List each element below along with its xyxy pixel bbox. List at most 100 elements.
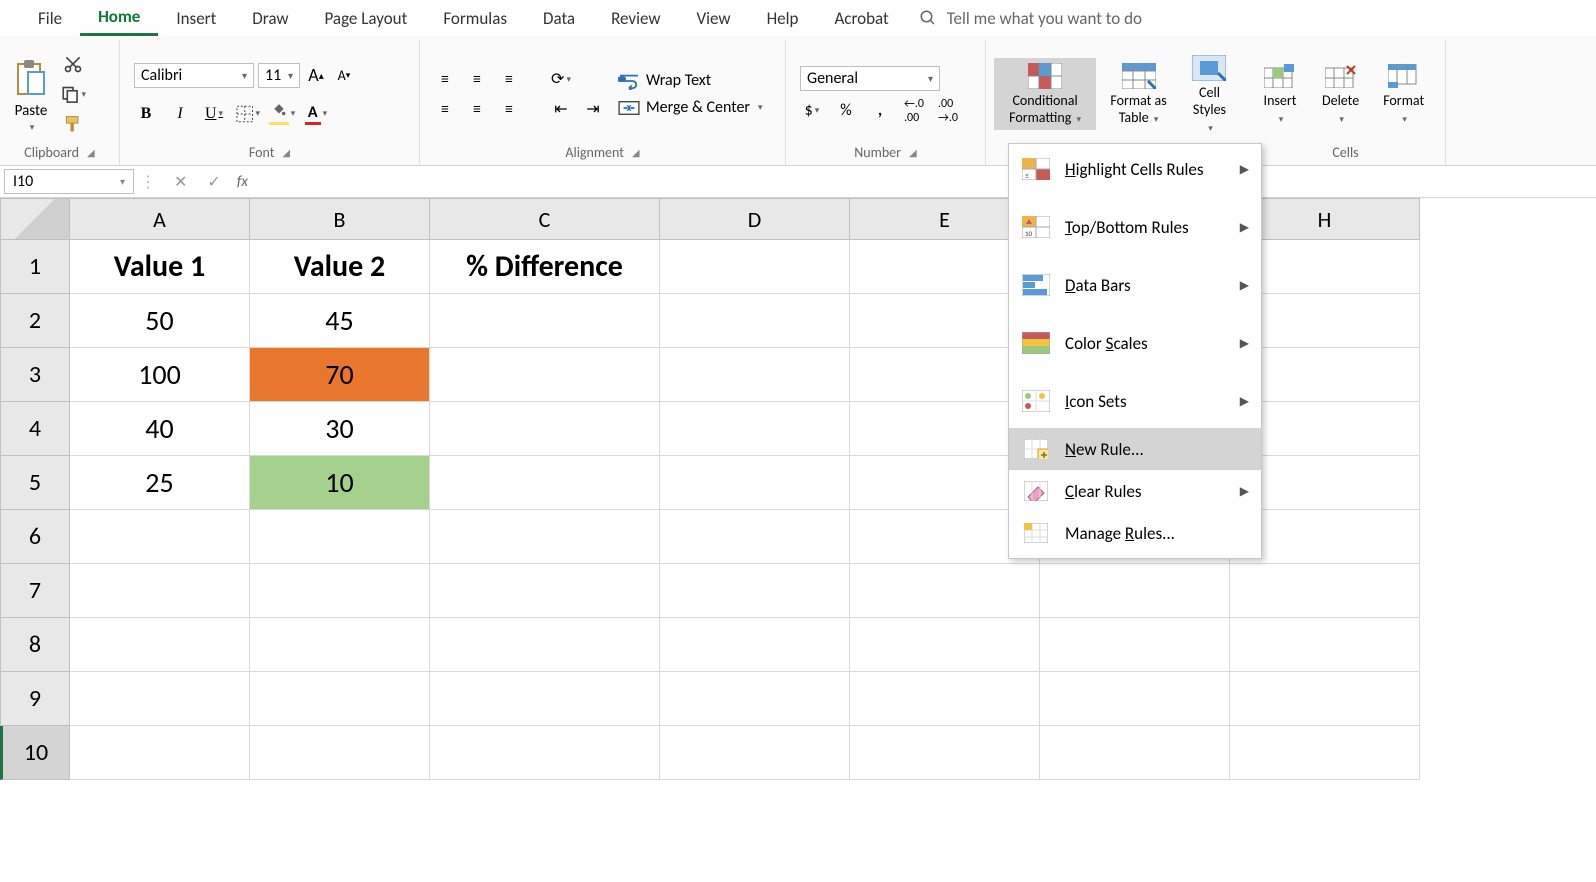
cell-C9[interactable] [430, 672, 660, 726]
cf-clear-rules[interactable]: Clear Rules ▶ [1009, 470, 1261, 512]
row-header-5[interactable]: 5 [0, 456, 70, 510]
cell-C7[interactable] [430, 564, 660, 618]
row-header-6[interactable]: 6 [0, 510, 70, 564]
cell-H9[interactable] [1230, 672, 1420, 726]
cell-B7[interactable] [250, 564, 430, 618]
cell-E7[interactable] [850, 564, 1040, 618]
cell-A1[interactable]: Value 1 [70, 240, 250, 294]
cell-B1[interactable]: Value 2 [250, 240, 430, 294]
cell-B9[interactable] [250, 672, 430, 726]
enter-formula-icon[interactable]: ✓ [207, 172, 220, 192]
cell-G7[interactable] [1040, 564, 1230, 618]
tab-insert[interactable]: Insert [158, 2, 234, 35]
cf-highlight-cells[interactable]: ≤ Highlight Cells Rules ▶ [1009, 148, 1261, 190]
cell-C3[interactable] [430, 348, 660, 402]
cell-D2[interactable] [660, 294, 850, 348]
cell-B5[interactable]: 10 [250, 456, 430, 510]
cell-styles-button[interactable]: Cell Styles ▾ [1181, 50, 1238, 139]
cf-icon-sets[interactable]: Icon Sets ▶ [1009, 380, 1261, 422]
tab-draw[interactable]: Draw [234, 2, 306, 35]
font-launcher[interactable]: ◢ [282, 146, 290, 159]
cell-H10[interactable] [1230, 726, 1420, 780]
comma-icon[interactable]: , [868, 99, 892, 123]
number-launcher[interactable]: ◢ [909, 146, 917, 159]
row-header-3[interactable]: 3 [0, 348, 70, 402]
column-header-B[interactable]: B [250, 198, 430, 240]
cell-A6[interactable] [70, 510, 250, 564]
cancel-formula-icon[interactable]: ✕ [174, 172, 187, 192]
column-header-D[interactable]: D [660, 198, 850, 240]
row-header-2[interactable]: 2 [0, 294, 70, 348]
format-cells-button[interactable]: Format▾ [1375, 58, 1432, 130]
align-top-icon[interactable]: ≡ [434, 68, 456, 90]
align-left-icon[interactable]: ≡ [434, 98, 456, 120]
cell-E10[interactable] [850, 726, 1040, 780]
row-header-4[interactable]: 4 [0, 402, 70, 456]
cell-A5[interactable]: 25 [70, 456, 250, 510]
align-bottom-icon[interactable]: ≡ [498, 68, 520, 90]
underline-button[interactable]: U▾ [202, 102, 226, 126]
cut-icon[interactable] [60, 51, 86, 77]
cf-color-scales[interactable]: Color Scales ▶ [1009, 322, 1261, 364]
number-format-combo[interactable]: General▾ [800, 66, 940, 91]
cell-C2[interactable] [430, 294, 660, 348]
merge-center-button[interactable]: Merge & Center▾ [618, 98, 763, 117]
font-name-combo[interactable]: Calibri▾ [134, 63, 254, 88]
format-painter-icon[interactable] [60, 111, 86, 137]
tab-data[interactable]: Data [525, 2, 593, 35]
formula-input[interactable] [256, 166, 1596, 197]
copy-icon[interactable]: ▾ [60, 81, 86, 107]
select-all-corner[interactable] [0, 198, 70, 240]
row-header-7[interactable]: 7 [0, 564, 70, 618]
tab-help[interactable]: Help [749, 2, 817, 35]
currency-icon[interactable]: $▾ [800, 99, 824, 123]
cell-C5[interactable] [430, 456, 660, 510]
row-header-10[interactable]: 10 [0, 726, 70, 780]
tab-review[interactable]: Review [593, 2, 678, 35]
cf-top-bottom[interactable]: 10 Top/Bottom Rules ▶ [1009, 206, 1261, 248]
align-middle-icon[interactable]: ≡ [466, 68, 488, 90]
orientation-icon[interactable]: ⟳▾ [550, 68, 572, 90]
borders-button[interactable]: ▾ [236, 102, 260, 126]
cell-A7[interactable] [70, 564, 250, 618]
cell-A2[interactable]: 50 [70, 294, 250, 348]
cell-B10[interactable] [250, 726, 430, 780]
cell-C4[interactable] [430, 402, 660, 456]
tab-pagelayout[interactable]: Page Layout [307, 2, 426, 35]
cell-A9[interactable] [70, 672, 250, 726]
paste-label[interactable]: Paste [15, 102, 48, 120]
cell-D1[interactable] [660, 240, 850, 294]
clipboard-launcher[interactable]: ◢ [87, 146, 95, 159]
paste-icon[interactable] [12, 56, 50, 100]
cell-D6[interactable] [660, 510, 850, 564]
column-header-C[interactable]: C [430, 198, 660, 240]
grow-font-icon[interactable]: A▴ [304, 63, 328, 87]
wrap-text-button[interactable]: abWrap Text [618, 71, 763, 90]
cell-D7[interactable] [660, 564, 850, 618]
cell-H7[interactable] [1230, 564, 1420, 618]
shrink-font-icon[interactable]: A▾ [332, 63, 356, 87]
tab-view[interactable]: View [679, 2, 749, 35]
cf-data-bars[interactable]: Data Bars ▶ [1009, 264, 1261, 306]
cell-B8[interactable] [250, 618, 430, 672]
cell-A8[interactable] [70, 618, 250, 672]
alignment-launcher[interactable]: ◢ [632, 146, 640, 159]
cell-E9[interactable] [850, 672, 1040, 726]
font-size-combo[interactable]: 11▾ [258, 63, 300, 88]
conditional-formatting-button[interactable]: Conditional Formatting ▾ [994, 58, 1096, 130]
fx-icon[interactable]: fx [237, 173, 248, 191]
increase-decimal-icon[interactable]: ←.0.00 [902, 99, 926, 123]
cell-A4[interactable]: 40 [70, 402, 250, 456]
cell-A3[interactable]: 100 [70, 348, 250, 402]
percent-icon[interactable]: % [834, 99, 858, 123]
cell-C8[interactable] [430, 618, 660, 672]
cell-H8[interactable] [1230, 618, 1420, 672]
fill-color-button[interactable]: ▾ [270, 102, 294, 126]
cell-D5[interactable] [660, 456, 850, 510]
decrease-decimal-icon[interactable]: .00→.0 [936, 99, 960, 123]
cell-B2[interactable]: 45 [250, 294, 430, 348]
row-header-9[interactable]: 9 [0, 672, 70, 726]
cell-E8[interactable] [850, 618, 1040, 672]
delete-cells-button[interactable]: Delete▾ [1314, 58, 1367, 130]
cell-B6[interactable] [250, 510, 430, 564]
